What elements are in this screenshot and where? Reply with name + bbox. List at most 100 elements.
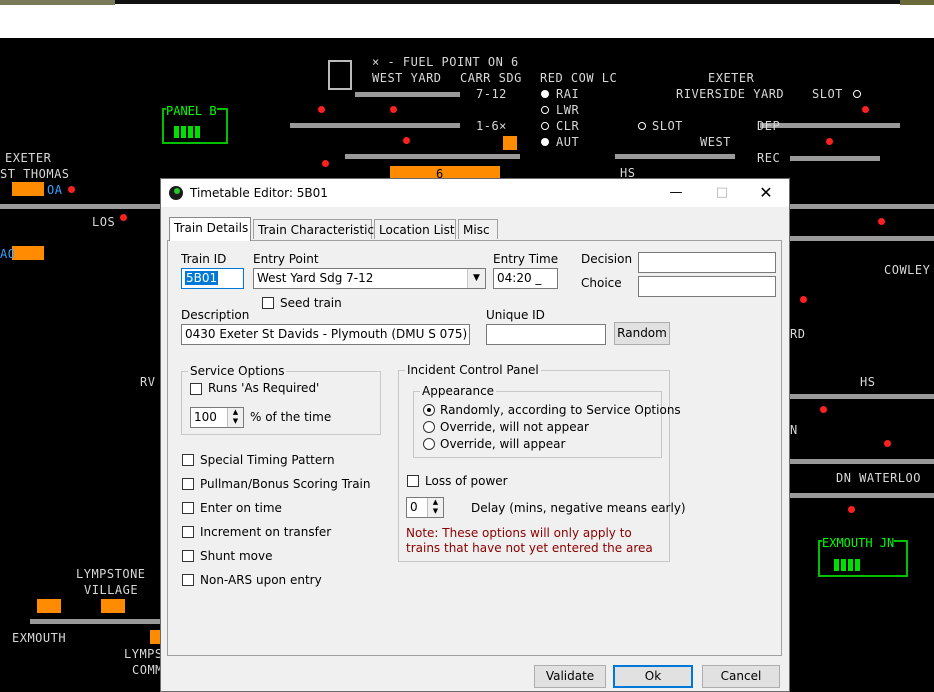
maximize-button: □ — [715, 185, 729, 200]
riverside-yard-label: RIVERSIDE YARD — [676, 87, 785, 101]
occupied-block — [12, 182, 44, 196]
tab-location-list[interactable]: Location List — [374, 219, 456, 239]
signal-icon — [68, 186, 75, 193]
loss-of-power-checkbox[interactable] — [407, 475, 419, 487]
loss-of-power-label: Loss of power — [425, 474, 508, 488]
occupied-block — [150, 630, 160, 644]
pullman-checkbox[interactable] — [182, 478, 194, 490]
tab-misc[interactable]: Misc — [458, 219, 498, 239]
slot-label-right: SLOT — [812, 87, 843, 101]
dialog-titlebar: Timetable Editor: 5B01 — □ ✕ — [161, 179, 789, 207]
random-button[interactable]: Random — [614, 322, 670, 345]
percent-spinner[interactable]: 100 ▲ ▼ — [190, 407, 244, 428]
west-label: WEST — [700, 135, 731, 149]
train-id-label: Train ID — [181, 252, 227, 266]
track-segment — [30, 619, 160, 624]
lwr-label: LWR — [556, 103, 580, 117]
fuel-point-label: × - FUEL POINT ON 6 — [372, 55, 519, 69]
signal-icon — [848, 506, 855, 513]
seed-train-label: Seed train — [280, 296, 342, 310]
track-segment — [790, 459, 934, 464]
shunt-move-checkbox[interactable] — [182, 550, 194, 562]
special-timing-label: Special Timing Pattern — [200, 453, 335, 467]
exmouth-jn-bars — [834, 559, 860, 571]
appearance-appear-label: Override, will appear — [440, 437, 566, 451]
ok-button[interactable]: Ok — [613, 665, 693, 688]
tab-train-details[interactable]: Train Details — [169, 217, 251, 241]
validate-button[interactable]: Validate — [534, 665, 606, 688]
hs-label-right: HS — [860, 375, 876, 389]
occupied-block — [37, 599, 61, 613]
red-cow-lc-label: RED COW LC — [540, 71, 618, 85]
tab-train-characteristics[interactable]: Train Characteristics — [253, 219, 380, 239]
appearance-appear-radio[interactable] — [423, 438, 435, 450]
track-segment — [790, 493, 934, 498]
entry-time-input[interactable]: 04:20 _ — [493, 268, 558, 289]
choice-input[interactable] — [638, 276, 776, 297]
increment-on-transfer-label: Increment on transfer — [200, 525, 332, 539]
special-timing-checkbox[interactable] — [182, 454, 194, 466]
enter-on-time-checkbox[interactable] — [182, 502, 194, 514]
minimize-button[interactable]: — — [653, 179, 699, 207]
pullman-label: Pullman/Bonus Scoring Train — [200, 477, 371, 491]
train-id-input[interactable]: 5B01 — [181, 268, 244, 289]
signal-icon — [322, 160, 329, 167]
track-segment — [790, 156, 880, 161]
signal-icon — [390, 106, 397, 113]
st-thomas-label: ST THOMAS — [0, 167, 70, 181]
cancel-button[interactable]: Cancel — [702, 665, 780, 688]
occupied-block — [101, 599, 125, 613]
lwr-indicator-icon — [541, 106, 549, 114]
panel-b-label: PANEL B — [166, 104, 217, 118]
panel-b-button[interactable]: PANEL B — [162, 104, 228, 144]
appearance-random-label: Randomly, according to Service Options — [440, 403, 681, 417]
train-details-panel: Train ID 5B01 Entry Point West Yard Sdg … — [167, 240, 782, 656]
unique-id-input[interactable] — [486, 324, 606, 345]
appearance-random-radio[interactable] — [423, 404, 435, 416]
seed-train-checkbox[interactable] — [262, 297, 274, 309]
oa-label: OA — [47, 183, 63, 197]
clr-indicator-icon — [541, 122, 549, 130]
carr-sdg-label: CARR SDG — [460, 71, 522, 85]
signal-icon — [403, 137, 410, 144]
timetable-editor-dialog: Timetable Editor: 5B01 — □ ✕ Train Detai… — [160, 178, 790, 692]
chevron-down-icon[interactable]: ▼ — [467, 269, 485, 288]
spinner-arrows-icon[interactable]: ▲ ▼ — [227, 408, 243, 427]
entry-point-select[interactable]: West Yard Sdg 7-12 ▼ — [253, 268, 486, 289]
exeter-label-left: EXETER — [5, 151, 52, 165]
rd-label: RD — [790, 327, 806, 341]
choice-label: Choice — [581, 276, 622, 290]
signal-icon — [318, 106, 325, 113]
percent-value: 100 — [194, 410, 217, 424]
increment-on-transfer-checkbox[interactable] — [182, 526, 194, 538]
close-button[interactable]: ✕ — [743, 179, 789, 207]
description-label: Description — [181, 308, 250, 322]
cowley-label: COWLEY — [884, 263, 931, 277]
appearance-not-appear-radio[interactable] — [423, 421, 435, 433]
description-input[interactable]: 0430 Exeter St Davids - Plymouth (DMU S … — [181, 324, 470, 345]
slot-right-indicator-icon — [853, 90, 861, 98]
non-ars-checkbox[interactable] — [182, 574, 194, 586]
dn-waterloo-label: DN WATERLOO — [836, 471, 921, 485]
top-window-edge — [115, 0, 900, 4]
n-label: N — [790, 423, 798, 437]
decision-label: Decision — [581, 252, 633, 266]
delay-spinner[interactable]: 0 ▲ ▼ — [406, 497, 444, 518]
occupied-block — [503, 136, 517, 150]
siding-7-12-label: 7-12 — [476, 87, 507, 101]
entry-point-label: Entry Point — [253, 252, 319, 266]
los-label: LOS — [92, 215, 116, 229]
spinner-arrows-icon[interactable]: ▲ ▼ — [427, 498, 443, 517]
track-segment — [790, 394, 934, 399]
appearance-group: Appearance Randomly, according to Servic… — [413, 384, 681, 458]
appearance-not-appear-label: Override, will not appear — [440, 420, 589, 434]
track-segment — [290, 123, 460, 128]
percent-label: % of the time — [250, 410, 332, 424]
exmouth-jn-button[interactable]: EXMOUTH JN — [818, 536, 908, 577]
runs-as-required-checkbox[interactable] — [190, 383, 202, 395]
fuel-point-icon — [328, 60, 352, 90]
track-segment — [790, 204, 934, 209]
signal-icon — [884, 440, 891, 447]
decision-input[interactable] — [638, 252, 776, 273]
delay-value: 0 — [410, 500, 418, 514]
